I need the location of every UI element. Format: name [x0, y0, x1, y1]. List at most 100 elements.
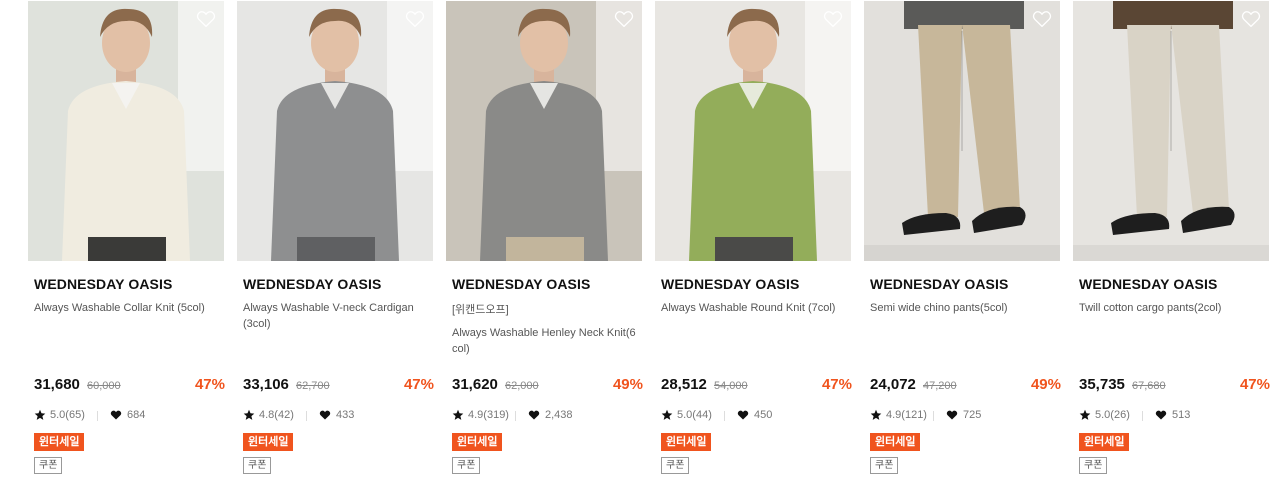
coupon-badge: 쿠폰 — [661, 457, 690, 474]
brand-name[interactable]: WEDNESDAY OASIS — [243, 276, 381, 292]
like-heart-icon — [528, 409, 540, 421]
stats-divider — [515, 411, 516, 421]
product-name[interactable]: Always Washable Round Knit (7col) — [661, 300, 847, 316]
wishlist-heart-icon[interactable] — [1032, 10, 1052, 28]
like-count: 725 — [963, 409, 982, 421]
rating-value: 5.0(26) — [1095, 409, 1130, 421]
rating-value: 4.8(42) — [259, 409, 294, 421]
product-name[interactable]: Semi wide chino pants(5col) — [870, 300, 1056, 316]
star-icon — [661, 409, 673, 421]
discount-rate: 47% — [194, 376, 225, 393]
original-price: 60,000 — [87, 380, 121, 392]
product-card[interactable]: WEDNESDAY OASIS Always Washable Collar Kn… — [28, 0, 225, 489]
original-price: 67,680 — [1132, 380, 1166, 392]
discount-rate: 49% — [612, 376, 643, 393]
like-count: 433 — [336, 409, 355, 421]
original-price: 62,000 — [505, 380, 539, 392]
sale-price: 31,680 — [34, 376, 80, 393]
stats-divider — [97, 411, 98, 421]
wishlist-heart-icon[interactable] — [196, 10, 216, 28]
product-photo[interactable] — [864, 1, 1060, 261]
like-count: 513 — [1172, 409, 1191, 421]
product-name[interactable]: Always Washable Henley Neck Knit(6col) — [452, 325, 638, 357]
star-icon — [34, 409, 46, 421]
stats-divider — [306, 411, 307, 421]
sale-price: 31,620 — [452, 376, 498, 393]
original-price: 62,700 — [296, 380, 330, 392]
brand-name[interactable]: WEDNESDAY OASIS — [870, 276, 1008, 292]
product-card[interactable]: WEDNESDAY OASIS Always Washable Round Kni… — [655, 0, 852, 489]
like-count: 2,438 — [545, 409, 573, 421]
brand-name[interactable]: WEDNESDAY OASIS — [452, 276, 590, 292]
product-photo[interactable] — [237, 1, 433, 261]
stats-divider — [1142, 411, 1143, 421]
product-image[interactable] — [446, 1, 642, 261]
coupon-badge: 쿠폰 — [243, 457, 272, 474]
price-row: 31,620 62,000 49% — [452, 376, 643, 396]
product-image[interactable] — [864, 1, 1060, 261]
like-heart-icon — [319, 409, 331, 421]
wishlist-heart-icon[interactable] — [1241, 10, 1261, 28]
winter-sale-badge: 윈터세일 — [243, 433, 294, 451]
brand-name[interactable]: WEDNESDAY OASIS — [34, 276, 172, 292]
product-grid: WEDNESDAY OASIS Always Washable Collar Kn… — [28, 0, 1279, 489]
sale-price: 33,106 — [243, 376, 289, 393]
product-photo[interactable] — [446, 1, 642, 261]
sale-price: 35,735 — [1079, 376, 1125, 393]
product-photo[interactable] — [28, 1, 224, 261]
rating-value: 4.9(319) — [468, 409, 509, 421]
rating-value: 5.0(44) — [677, 409, 712, 421]
product-image[interactable] — [655, 1, 851, 261]
product-photo[interactable] — [655, 1, 851, 261]
coupon-badge: 쿠폰 — [870, 457, 899, 474]
brand-name[interactable]: WEDNESDAY OASIS — [661, 276, 799, 292]
brand-name[interactable]: WEDNESDAY OASIS — [1079, 276, 1217, 292]
product-name[interactable]: Twill cotton cargo pants(2col) — [1079, 300, 1265, 316]
product-image[interactable] — [1073, 1, 1269, 261]
star-icon — [1079, 409, 1091, 421]
like-heart-icon — [946, 409, 958, 421]
like-heart-icon — [1155, 409, 1167, 421]
sale-price: 28,512 — [661, 376, 707, 393]
stats-divider — [933, 411, 934, 421]
stats-divider — [724, 411, 725, 421]
price-row: 24,072 47,200 49% — [870, 376, 1061, 396]
product-name[interactable]: Always Washable V-neck Cardigan (3col) — [243, 300, 429, 332]
winter-sale-badge: 윈터세일 — [1079, 433, 1130, 451]
like-heart-icon — [737, 409, 749, 421]
star-icon — [243, 409, 255, 421]
rating-value: 4.9(121) — [886, 409, 927, 421]
star-icon — [870, 409, 882, 421]
like-heart-icon — [110, 409, 122, 421]
product-tagline: [위캔드오프] — [452, 304, 509, 316]
like-count: 684 — [127, 409, 146, 421]
price-row: 35,735 67,680 47% — [1079, 376, 1270, 396]
product-card[interactable]: WEDNESDAY OASIS [위캔드오프] Always Washable He… — [446, 0, 643, 489]
discount-rate: 49% — [1030, 376, 1061, 393]
discount-rate: 47% — [403, 376, 434, 393]
like-count: 450 — [754, 409, 773, 421]
coupon-badge: 쿠폰 — [1079, 457, 1108, 474]
product-image[interactable] — [237, 1, 433, 261]
winter-sale-badge: 윈터세일 — [34, 433, 85, 451]
original-price: 47,200 — [923, 380, 957, 392]
product-card[interactable]: WEDNESDAY OASIS Semi wide chino pants(5co… — [864, 0, 1061, 489]
winter-sale-badge: 윈터세일 — [661, 433, 712, 451]
price-row: 31,680 60,000 47% — [34, 376, 225, 396]
product-name[interactable]: Always Washable Collar Knit (5col) — [34, 300, 220, 316]
product-card[interactable]: WEDNESDAY OASIS Twill cotton cargo pants(… — [1073, 0, 1270, 489]
product-card[interactable]: WEDNESDAY OASIS Always Washable V-neck Ca… — [237, 0, 434, 489]
wishlist-heart-icon[interactable] — [614, 10, 634, 28]
original-price: 54,000 — [714, 380, 748, 392]
coupon-badge: 쿠폰 — [34, 457, 63, 474]
discount-rate: 47% — [1239, 376, 1270, 393]
price-row: 33,106 62,700 47% — [243, 376, 434, 396]
price-row: 28,512 54,000 47% — [661, 376, 852, 396]
discount-rate: 47% — [821, 376, 852, 393]
product-image[interactable] — [28, 1, 224, 261]
wishlist-heart-icon[interactable] — [823, 10, 843, 28]
star-icon — [452, 409, 464, 421]
winter-sale-badge: 윈터세일 — [870, 433, 921, 451]
product-photo[interactable] — [1073, 1, 1269, 261]
wishlist-heart-icon[interactable] — [405, 10, 425, 28]
